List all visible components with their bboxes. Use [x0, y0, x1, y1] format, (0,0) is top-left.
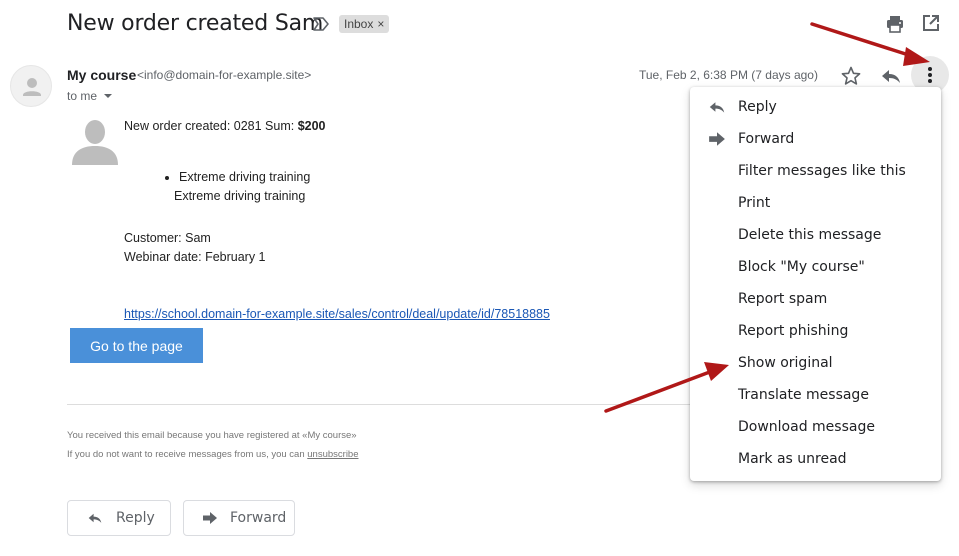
- star-icon[interactable]: [840, 65, 862, 87]
- inbox-label-chip: Inbox ×: [339, 15, 390, 33]
- inbox-label-text: Inbox: [344, 17, 374, 31]
- webinar-date-line: Webinar date: February 1: [124, 250, 266, 264]
- menu-item-block[interactable]: Block "My course": [690, 251, 941, 283]
- go-to-page-button[interactable]: Go to the page: [70, 328, 203, 363]
- order-summary: New order created: 0281 Sum: $200: [124, 119, 326, 133]
- menu-item-download[interactable]: Download message: [690, 411, 941, 443]
- menu-item-delete[interactable]: Delete this message: [690, 219, 941, 251]
- menu-item-label: Translate message: [738, 387, 869, 403]
- menu-item-label: Download message: [738, 419, 875, 435]
- caret-down-icon: [104, 94, 113, 98]
- menu-item-forward[interactable]: Forward: [690, 123, 941, 155]
- person-icon: [23, 78, 41, 96]
- sender-email: <info@domain-for-example.site>: [137, 68, 312, 82]
- order-item-description: Extreme driving training: [174, 189, 306, 203]
- remove-label-button[interactable]: ×: [377, 15, 384, 33]
- forward-icon: [709, 132, 725, 146]
- recipient-label: to me: [67, 89, 98, 103]
- message-date: Tue, Feb 2, 6:38 PM (7 days ago): [639, 68, 818, 82]
- customer-line: Customer: Sam: [124, 231, 211, 245]
- sender-avatar: [10, 65, 52, 107]
- menu-item-reply[interactable]: Reply: [690, 91, 941, 123]
- menu-item-label: Forward: [738, 131, 795, 147]
- reply-icon[interactable]: [880, 66, 902, 86]
- divider: [67, 404, 690, 405]
- vertical-dots-icon: [928, 67, 932, 83]
- open-in-new-window-icon[interactable]: [922, 14, 940, 32]
- recipient-details-toggle[interactable]: to me: [67, 89, 113, 103]
- menu-item-filter[interactable]: Filter messages like this: [690, 155, 941, 187]
- menu-item-print[interactable]: Print: [690, 187, 941, 219]
- reply-icon: [88, 513, 102, 523]
- reply-button[interactable]: Reply: [67, 500, 171, 536]
- forward-icon: [203, 512, 217, 524]
- menu-item-mark-unread[interactable]: Mark as unread: [690, 443, 941, 475]
- footer-registration-note: You received this email because you have…: [67, 430, 357, 441]
- person-silhouette-icon: [72, 120, 118, 165]
- unsubscribe-link[interactable]: unsubscribe: [307, 449, 358, 460]
- menu-item-translate[interactable]: Translate message: [690, 379, 941, 411]
- menu-item-label: Block "My course": [738, 259, 865, 275]
- forward-button-label: Forward: [230, 510, 287, 526]
- reply-button-label: Reply: [116, 510, 155, 526]
- list-item: Extreme driving training: [179, 170, 310, 184]
- menu-item-label: Filter messages like this: [738, 163, 906, 179]
- menu-item-label: Print: [738, 195, 771, 211]
- footer-unsubscribe-text: If you do not want to receive messages f…: [67, 449, 308, 460]
- deal-link[interactable]: https://school.domain-for-example.site/s…: [124, 307, 550, 321]
- menu-item-label: Reply: [738, 99, 777, 115]
- menu-item-label: Mark as unread: [738, 451, 847, 467]
- label-arrow-icon[interactable]: [312, 16, 330, 32]
- menu-item-label: Delete this message: [738, 227, 882, 243]
- forward-button[interactable]: Forward: [183, 500, 295, 536]
- footer-unsubscribe-note: If you do not want to receive messages f…: [67, 449, 359, 460]
- more-options-menu: Reply Forward Filter messages like this …: [690, 87, 941, 481]
- menu-item-show-original[interactable]: Show original: [690, 347, 941, 379]
- order-items-list: Extreme driving training: [162, 170, 310, 184]
- print-icon[interactable]: [885, 14, 905, 34]
- menu-item-label: Report phishing: [738, 323, 849, 339]
- menu-item-report-spam[interactable]: Report spam: [690, 283, 941, 315]
- menu-item-label: Show original: [738, 355, 833, 371]
- arrow-to-more-button: [810, 22, 930, 66]
- menu-item-label: Report spam: [738, 291, 828, 307]
- order-summary-text: New order created: 0281 Sum:: [124, 119, 298, 133]
- sender-name: My course: [67, 67, 137, 83]
- order-sum: $200: [297, 119, 326, 133]
- reply-icon: [709, 102, 725, 113]
- menu-item-report-phishing[interactable]: Report phishing: [690, 315, 941, 347]
- email-subject: New order created Sam: [67, 11, 324, 36]
